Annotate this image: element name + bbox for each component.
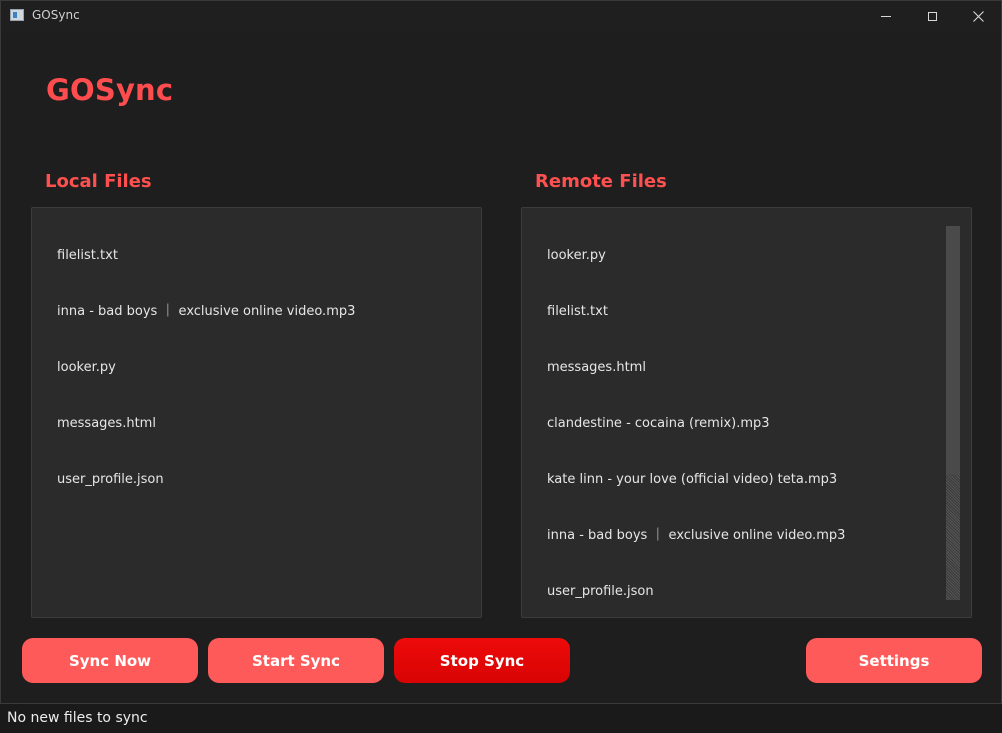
list-item[interactable]: looker.py (57, 340, 355, 396)
settings-button[interactable]: Settings (806, 638, 982, 683)
list-item[interactable]: looker.py (547, 228, 845, 284)
remote-scrollbar[interactable] (946, 226, 960, 600)
sync-now-button[interactable]: Sync Now (22, 638, 198, 683)
close-button[interactable] (955, 1, 1001, 31)
app-icon (10, 9, 24, 21)
minimize-icon (881, 15, 891, 17)
status-bar: No new files to sync (0, 703, 1002, 733)
list-item[interactable]: messages.html (57, 396, 355, 452)
list-item[interactable]: kate linn - your love (official video) t… (547, 452, 845, 508)
start-sync-button[interactable]: Start Sync (208, 638, 384, 683)
status-text: No new files to sync (7, 710, 148, 726)
title-bar[interactable]: GOSync (1, 1, 1001, 31)
local-file-items: filelist.txt inna - bad boys ｜ exclusive… (57, 228, 355, 508)
window-title: GOSync (32, 8, 80, 22)
list-item[interactable]: user_profile.json (57, 452, 355, 508)
list-item[interactable]: inna - bad boys ｜ exclusive online video… (57, 284, 355, 340)
local-files-list[interactable]: filelist.txt inna - bad boys ｜ exclusive… (31, 207, 482, 618)
remote-file-items: looker.py filelist.txt messages.html cla… (547, 228, 845, 617)
list-item[interactable]: messages.html (547, 340, 845, 396)
close-icon (972, 10, 984, 22)
local-files-title: Local Files (45, 171, 152, 192)
remote-files-title: Remote Files (535, 171, 667, 192)
maximize-button[interactable] (909, 1, 955, 31)
minimize-button[interactable] (863, 1, 909, 31)
remote-files-list[interactable]: looker.py filelist.txt messages.html cla… (521, 207, 972, 618)
stop-sync-button[interactable]: Stop Sync (394, 638, 570, 683)
list-item[interactable]: filelist.txt (57, 228, 355, 284)
app-title: GOSync (46, 73, 174, 107)
maximize-icon (927, 11, 937, 21)
list-item[interactable]: inna - bad boys ｜ exclusive online video… (547, 508, 845, 564)
scrollbar-thumb[interactable] (946, 226, 960, 474)
app-window: GOSync GOSync Local Files Remote Files f… (0, 0, 1002, 732)
list-item[interactable]: clandestine - cocaina (remix).mp3 (547, 396, 845, 452)
list-item[interactable]: user_profile.json (547, 564, 845, 617)
list-item[interactable]: filelist.txt (547, 284, 845, 340)
